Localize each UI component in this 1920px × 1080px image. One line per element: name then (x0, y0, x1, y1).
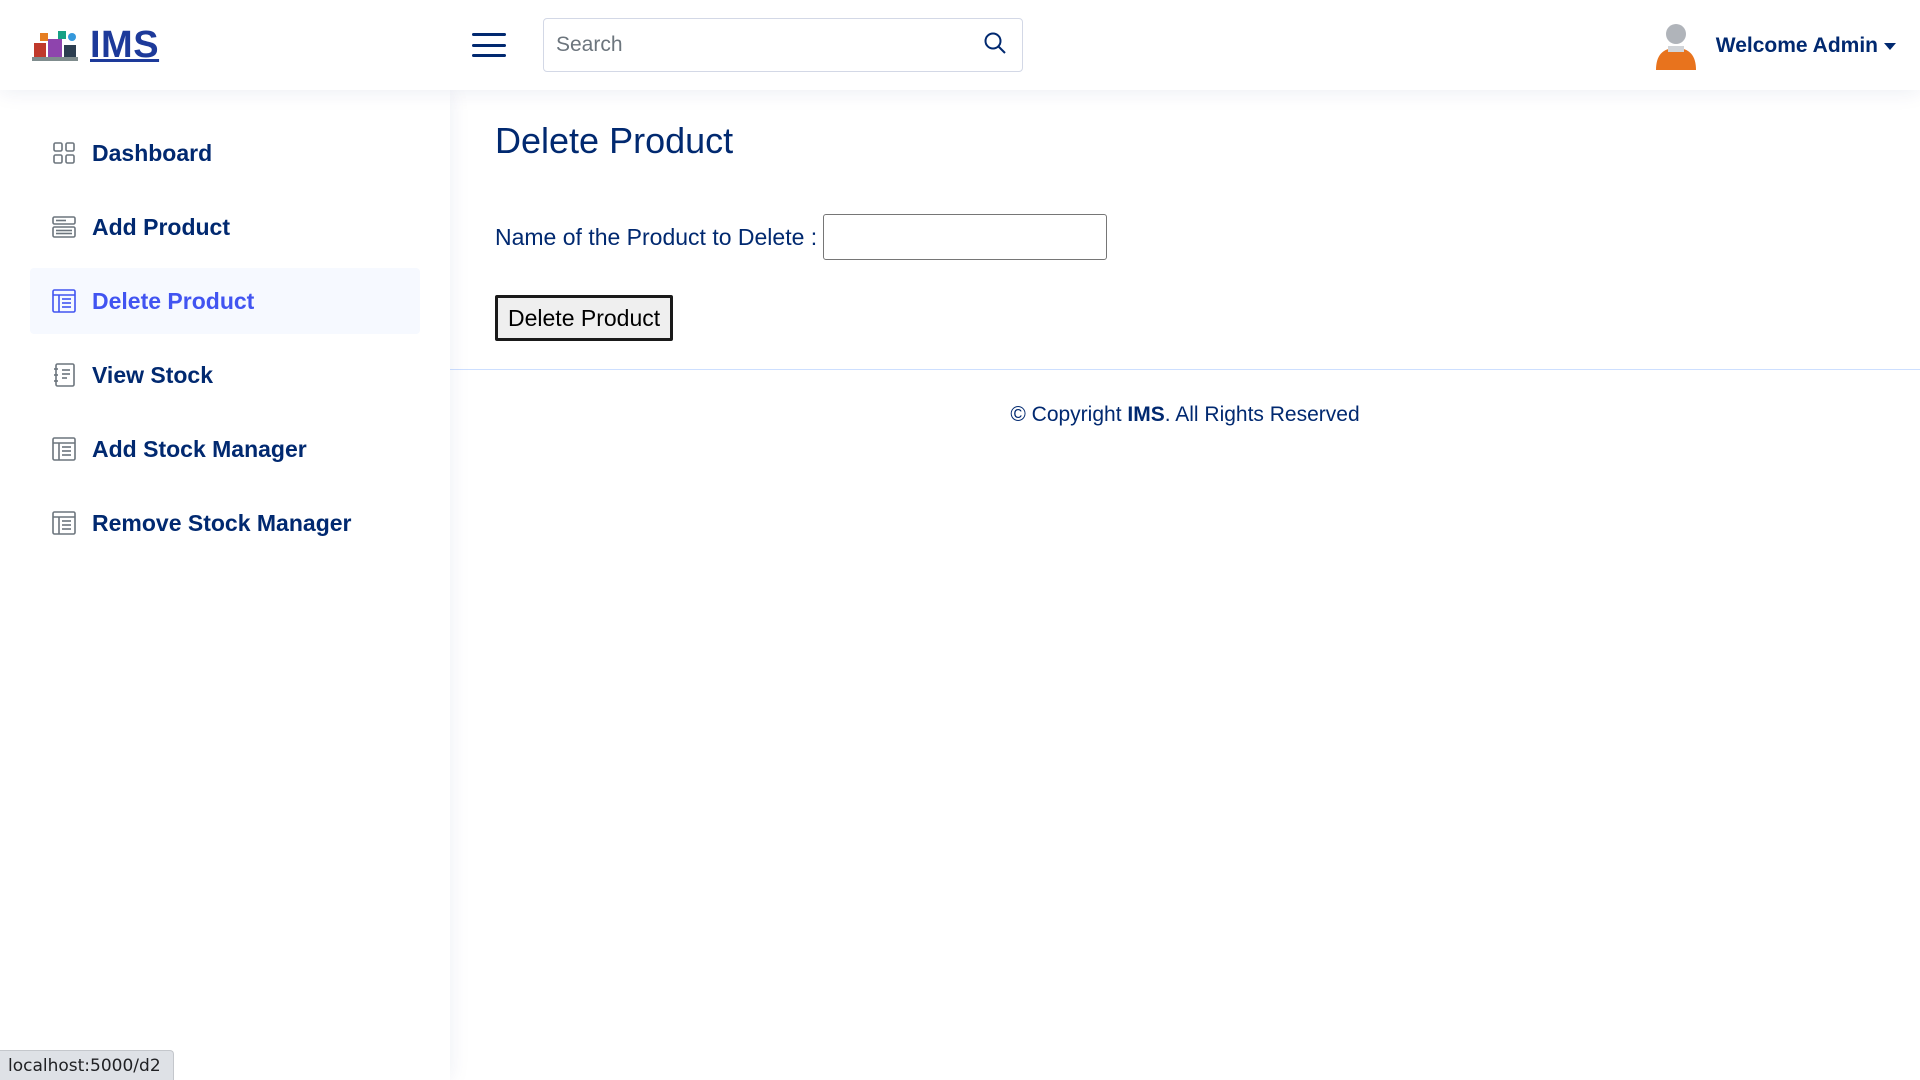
search-bar (543, 18, 1023, 72)
sidebar-item-add-stock-manager[interactable]: Add Stock Manager (30, 416, 420, 482)
top-header: IMS Welcome Admin (0, 0, 1920, 90)
delete-product-form: Name of the Product to Delete : (495, 214, 1108, 260)
sidebar-item-label: Dashboard (92, 139, 213, 166)
search-icon (983, 31, 1007, 60)
profile-dropdown[interactable]: Welcome Admin (1654, 20, 1896, 72)
logo-text: IMS (90, 23, 160, 66)
search-input[interactable] (544, 19, 968, 71)
copyright-prefix: © Copyright (1010, 403, 1128, 426)
sidebar-item-label: Delete Product (92, 287, 255, 314)
sidebar-item-add-product[interactable]: Add Product (30, 194, 420, 260)
status-bar-url: localhost:5000/d2 (0, 1050, 174, 1080)
product-name-label: Name of the Product to Delete : (495, 223, 818, 250)
search-button[interactable] (968, 19, 1022, 71)
sidebar-item-label: View Stock (92, 361, 214, 388)
copyright-brand: IMS (1127, 403, 1165, 426)
sidebar-item-label: Remove Stock Manager (92, 509, 352, 536)
copyright-suffix: . All Rights Reserved (1164, 403, 1360, 426)
layout-text-window-icon (52, 437, 76, 461)
logo-link[interactable]: IMS (30, 22, 159, 68)
layout-text-window-icon (52, 289, 76, 313)
page-title: Delete Product (495, 120, 734, 161)
layout-text-window-icon (52, 511, 76, 535)
hamburger-line (472, 33, 506, 36)
grid-icon (52, 141, 76, 165)
product-name-input[interactable] (823, 214, 1108, 260)
chevron-down-icon (1884, 42, 1896, 50)
journal-text-icon (52, 363, 76, 387)
hamburger-line (472, 43, 506, 47)
welcome-label: Welcome Admin (1715, 34, 1878, 57)
sidebar-item-delete-product[interactable]: Delete Product (30, 268, 420, 334)
hamburger-line (472, 54, 506, 57)
sidebar-item-view-stock[interactable]: View Stock (30, 342, 420, 408)
welcome-text: Welcome Admin (1716, 34, 1896, 58)
sidebar-item-label: Add Product (92, 213, 230, 240)
delete-product-button[interactable]: Delete Product (495, 295, 674, 341)
sidebar-item-label: Add Stock Manager (92, 435, 307, 462)
avatar (1654, 22, 1698, 70)
warehouse-logo-icon (30, 25, 82, 65)
toggle-sidebar-button[interactable] (472, 30, 506, 60)
sidebar-item-remove-stock-manager[interactable]: Remove Stock Manager (30, 490, 420, 556)
sidebar: Dashboard Add Product Delete Product Vie… (0, 90, 450, 1080)
sidebar-item-dashboard[interactable]: Dashboard (30, 120, 420, 186)
main-content: Delete Product Name of the Product to De… (450, 90, 1920, 1080)
footer: © Copyright IMS. All Rights Reserved (450, 369, 1920, 427)
menu-button-icon (52, 215, 76, 239)
